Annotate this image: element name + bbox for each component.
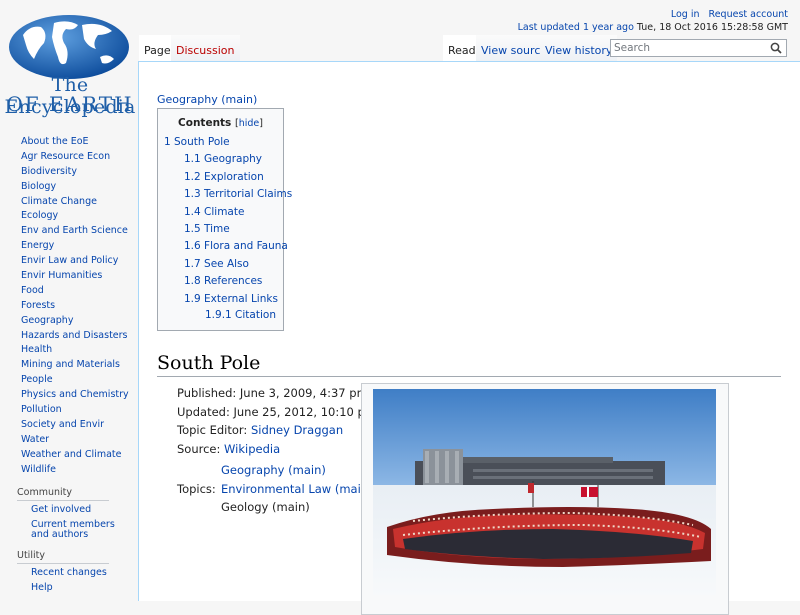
- page-title: South Pole: [157, 352, 781, 377]
- tab-discussion-label: Discussion: [176, 44, 235, 57]
- tab-view-history[interactable]: View history: [540, 35, 618, 61]
- sidebar-item[interactable]: Envir Humanities: [21, 270, 102, 281]
- toc-item[interactable]: 1.5 Time: [184, 223, 230, 235]
- sidebar-item[interactable]: Climate Change: [21, 196, 97, 207]
- south-pole-station-photo[interactable]: [373, 389, 716, 595]
- content-area: Geography (main) Contents [hide] 1 South…: [138, 61, 800, 615]
- sidebar-item[interactable]: Energy: [21, 240, 54, 251]
- tab-page-label: Page: [144, 44, 171, 57]
- site-logo[interactable]: The Encyclopedia OF EARTH: [0, 0, 140, 120]
- toc-item[interactable]: 1.3 Territorial Claims: [184, 188, 292, 200]
- toc-item[interactable]: 1.6 Flora and Fauna: [184, 240, 288, 252]
- source-label: Source:: [177, 441, 225, 456]
- last-updated-link[interactable]: Last updated 1 year ago: [518, 22, 634, 33]
- sidebar-item[interactable]: Agr Resource Econ: [21, 151, 110, 162]
- search-input[interactable]: Search: [610, 39, 787, 57]
- sidebar-item[interactable]: Society and Envir: [21, 419, 104, 430]
- topic-editor: Topic Editor: Sidney Draggan: [177, 421, 376, 440]
- sidebar-item[interactable]: Forests: [21, 300, 55, 311]
- request-account-link[interactable]: Request account: [709, 9, 788, 20]
- topic-editor-link[interactable]: Sidney Draggan: [251, 423, 343, 437]
- toc-item[interactable]: 1.1 Geography: [184, 153, 262, 165]
- article-meta: Published: June 3, 2009, 4:37 pm Updated…: [177, 384, 376, 458]
- toc-item[interactable]: 1.9 External Links: [184, 293, 278, 305]
- sidebar-item[interactable]: People: [21, 374, 53, 385]
- tab-read-label: Read: [448, 44, 476, 57]
- utility-list: Recent changes Help: [0, 568, 138, 593]
- toc-hide-link[interactable]: hide: [239, 118, 260, 129]
- toc-hide-toggle[interactable]: [hide]: [235, 118, 263, 129]
- get-involved-link[interactable]: Get involved: [31, 504, 91, 515]
- sidebar-item[interactable]: Water: [21, 434, 49, 445]
- published-date: Published: June 3, 2009, 4:37 pm: [177, 386, 368, 400]
- current-members-link[interactable]: Current members and authors: [31, 519, 115, 540]
- sidebar-item[interactable]: Biology: [21, 181, 56, 192]
- sidebar-item[interactable]: Hazards and Disasters: [21, 330, 128, 341]
- last-updated-time: Tue, 18 Oct 2016 15:28:58 GMT: [636, 22, 788, 33]
- toc-title: Contents [hide]: [158, 117, 283, 129]
- topic-link[interactable]: Environmental Law (main): [221, 482, 373, 496]
- search-icon[interactable]: [770, 42, 782, 54]
- tab-view-history-label: View history: [545, 44, 613, 57]
- sidebar-item[interactable]: Envir Law and Policy: [21, 255, 118, 266]
- tab-view-source-label: View source: [481, 44, 548, 57]
- toc-bracket-close: ]: [259, 118, 263, 129]
- recent-changes-link[interactable]: Recent changes: [31, 567, 107, 578]
- sidebar-item[interactable]: Wildlife: [21, 464, 56, 475]
- topic-link[interactable]: Geography (main): [221, 463, 326, 477]
- toc-heading: Contents: [178, 117, 232, 129]
- login-link[interactable]: Log in: [671, 9, 700, 20]
- tab-discussion[interactable]: Discussion: [171, 35, 240, 61]
- community-list: Get involved Current members and authors: [0, 505, 138, 540]
- sidebar-item[interactable]: Biodiversity: [21, 166, 77, 177]
- sidebar-item[interactable]: Mining and Materials: [21, 359, 120, 370]
- personal-tools: Log in Request account Last updated 1 ye…: [518, 9, 788, 33]
- sidebar-item[interactable]: Env and Earth Science: [21, 225, 128, 236]
- last-updated: Last updated 1 year ago Tue, 18 Oct 2016…: [518, 22, 788, 33]
- topics-label: Topics:: [177, 482, 216, 496]
- sidebar: About the EoE Agr Resource Econ Biodiver…: [0, 135, 138, 598]
- toc-item[interactable]: 1.7 See Also: [184, 258, 249, 270]
- table-of-contents: Contents [hide] 1 South Pole 1.1 Geograp…: [157, 108, 292, 331]
- sidebar-item[interactable]: Physics and Chemistry: [21, 389, 129, 400]
- sidebar-item[interactable]: About the EoE: [21, 136, 89, 147]
- updated-date: Updated: June 25, 2012, 10:10 pm: [177, 404, 376, 419]
- community-heading: Community: [17, 487, 109, 502]
- sidebar-nav: About the EoE Agr Resource Econ Biodiver…: [0, 135, 138, 477]
- toc-item[interactable]: 1.9.1 Citation: [205, 309, 276, 321]
- help-link[interactable]: Help: [31, 582, 53, 593]
- image-thumbnail: [361, 383, 729, 615]
- logo-line2: OF EARTH: [6, 92, 134, 116]
- sidebar-item[interactable]: Ecology: [21, 210, 58, 221]
- topic-editor-label: Topic Editor:: [177, 423, 251, 437]
- search-placeholder: Search: [614, 42, 651, 54]
- toc-item[interactable]: 1.4 Climate: [184, 206, 244, 218]
- sidebar-item[interactable]: Pollution: [21, 404, 62, 415]
- sidebar-item[interactable]: Food: [21, 285, 44, 296]
- toc-item[interactable]: 1 South Pole: [164, 136, 230, 148]
- globe-icon: [9, 15, 129, 79]
- utility-heading: Utility: [17, 550, 109, 565]
- source: Source: Wikipedia: [177, 440, 376, 459]
- toc-item[interactable]: 1.8 References: [184, 275, 262, 287]
- topic-text: Geology (main): [221, 500, 310, 514]
- toc-item[interactable]: 1.2 Exploration: [184, 171, 264, 183]
- tab-read[interactable]: Read: [443, 35, 481, 61]
- breadcrumb[interactable]: Geography (main): [157, 93, 257, 106]
- sidebar-item[interactable]: Weather and Climate: [21, 449, 121, 460]
- source-link[interactable]: Wikipedia: [224, 442, 280, 456]
- sidebar-item[interactable]: Health: [21, 344, 52, 355]
- sidebar-item[interactable]: Geography: [21, 315, 73, 326]
